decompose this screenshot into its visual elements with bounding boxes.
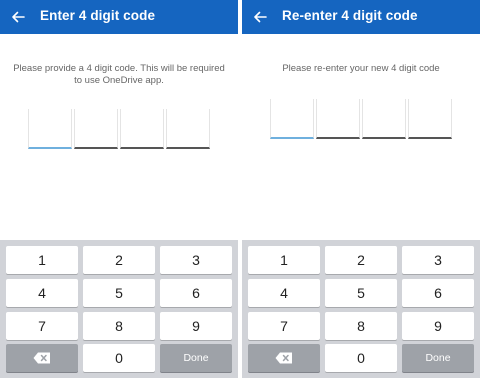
key-7[interactable]: 7 (6, 312, 78, 340)
key-1[interactable]: 1 (248, 246, 320, 274)
digit-box-4[interactable] (166, 109, 210, 149)
digit-box-4[interactable] (408, 99, 452, 139)
backspace-key[interactable] (248, 344, 320, 372)
numeric-keypad: 1 2 3 4 5 6 7 8 9 0 Done (0, 240, 238, 378)
app-bar: Enter 4 digit code (0, 0, 238, 34)
digit-box-3[interactable] (120, 109, 164, 149)
key-7[interactable]: 7 (248, 312, 320, 340)
key-6[interactable]: 6 (402, 279, 474, 307)
backspace-icon (275, 352, 292, 364)
page-title: Re-enter 4 digit code (282, 8, 418, 23)
back-arrow-icon[interactable] (252, 9, 268, 25)
key-3[interactable]: 3 (402, 246, 474, 274)
key-2[interactable]: 2 (83, 246, 155, 274)
back-arrow-icon[interactable] (10, 9, 26, 25)
page-title: Enter 4 digit code (40, 8, 156, 23)
key-6[interactable]: 6 (160, 279, 232, 307)
key-1[interactable]: 1 (6, 246, 78, 274)
key-9[interactable]: 9 (160, 312, 232, 340)
backspace-key[interactable] (6, 344, 78, 372)
digit-box-3[interactable] (362, 99, 406, 139)
reenter-code-screen: Re-enter 4 digit code Please re-enter yo… (242, 0, 480, 378)
key-8[interactable]: 8 (83, 312, 155, 340)
digit-box-2[interactable] (316, 99, 360, 139)
key-5[interactable]: 5 (83, 279, 155, 307)
key-4[interactable]: 4 (248, 279, 320, 307)
digit-box-1[interactable] (28, 109, 72, 149)
enter-code-screen: Enter 4 digit code Please provide a 4 di… (0, 0, 238, 378)
key-9[interactable]: 9 (402, 312, 474, 340)
key-0[interactable]: 0 (325, 344, 397, 372)
backspace-icon (33, 352, 50, 364)
digit-box-2[interactable] (74, 109, 118, 149)
key-4[interactable]: 4 (6, 279, 78, 307)
key-0[interactable]: 0 (83, 344, 155, 372)
key-5[interactable]: 5 (325, 279, 397, 307)
key-8[interactable]: 8 (325, 312, 397, 340)
key-3[interactable]: 3 (160, 246, 232, 274)
key-2[interactable]: 2 (325, 246, 397, 274)
done-button[interactable]: Done (160, 344, 232, 372)
done-button[interactable]: Done (402, 344, 474, 372)
app-bar: Re-enter 4 digit code (242, 0, 480, 34)
digit-box-1[interactable] (270, 99, 314, 139)
instruction-text: Please provide a 4 digit code. This will… (13, 63, 225, 86)
instruction-text: Please re-enter your new 4 digit code (282, 63, 440, 74)
numeric-keypad: 1 2 3 4 5 6 7 8 9 0 Done (242, 240, 480, 378)
